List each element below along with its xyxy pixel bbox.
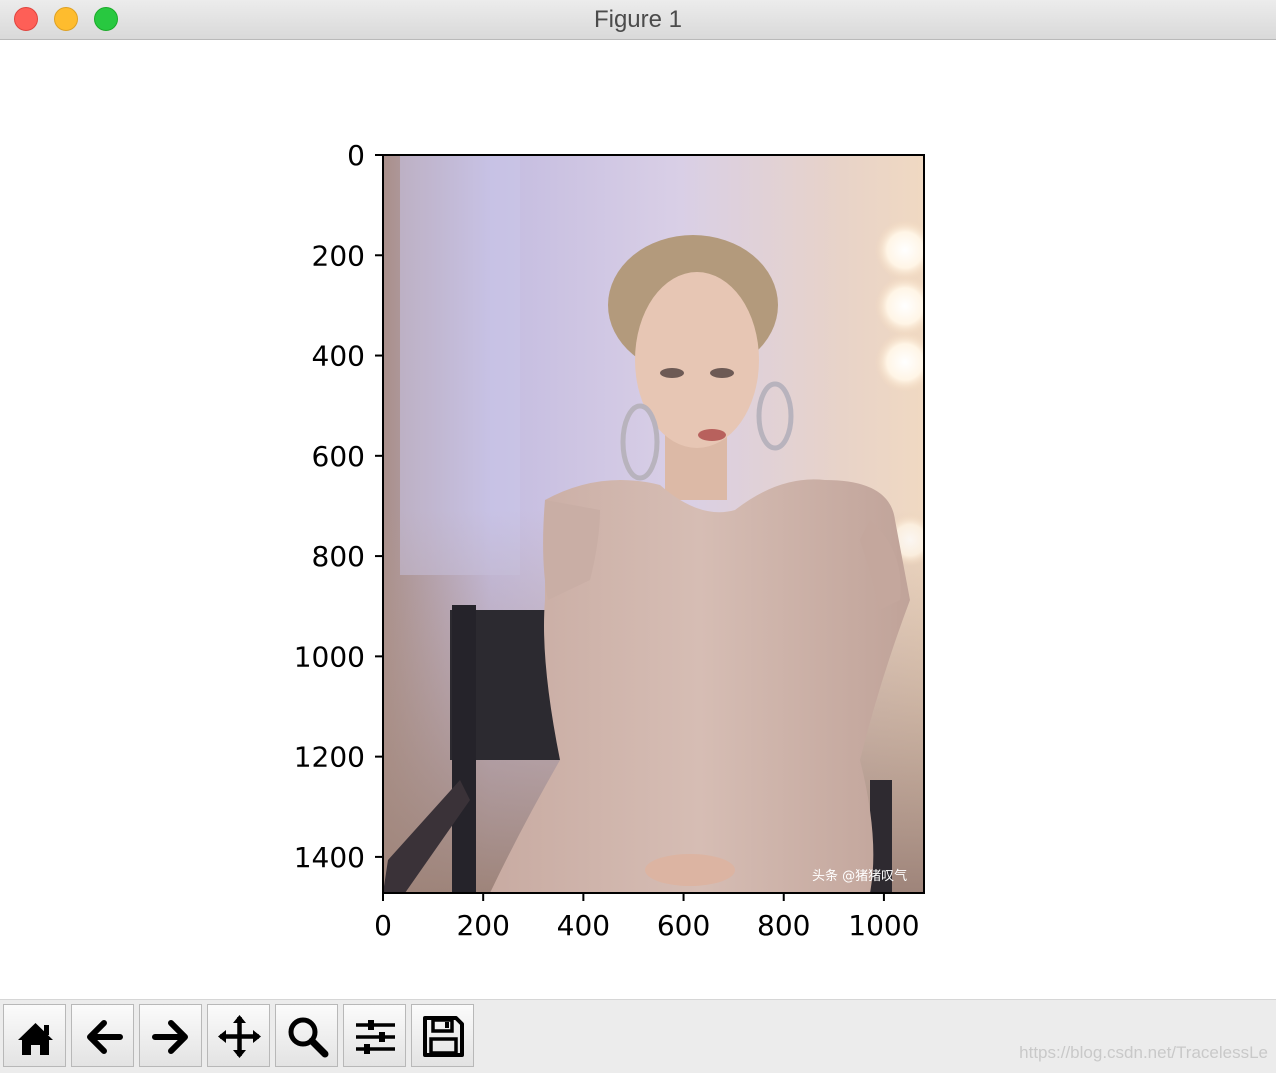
y-tick-label: 1200 [294, 741, 365, 774]
configure-subplots-button[interactable] [343, 1004, 406, 1067]
y-tick-label: 0 [347, 139, 365, 172]
back-button[interactable] [71, 1004, 134, 1067]
forward-arrow-icon [152, 1020, 188, 1054]
y-axis: 0 200 400 600 800 1000 1200 1400 [294, 139, 383, 874]
configure-subplots-icon [356, 1020, 395, 1054]
y-tick-label: 1400 [294, 841, 365, 874]
y-tick-label: 400 [312, 340, 365, 373]
window-titlebar: Figure 1 [0, 0, 1276, 40]
pan-button[interactable] [207, 1004, 270, 1067]
figure-canvas: 头条 @猪猪叹气 0 200 400 600 800 1000 0 200 400 600 800… [294, 139, 925, 942]
y-tick-label: 800 [312, 540, 365, 573]
watermark-text: https://blog.csdn.net/TracelessLe [1019, 1043, 1268, 1062]
y-tick-label: 200 [312, 239, 365, 272]
navigation-toolbar: https://blog.csdn.net/TracelessLe [0, 999, 1276, 1073]
x-tick-label: 0 [374, 909, 392, 942]
back-arrow-icon [87, 1020, 123, 1054]
photo-image: 头条 @猪猪叹气 [383, 155, 924, 893]
y-tick-label: 1000 [294, 640, 365, 673]
x-tick-label: 800 [757, 909, 810, 942]
image-caption: 头条 @猪猪叹气 [812, 868, 907, 884]
zoom-icon [288, 1017, 329, 1058]
y-tick-label: 600 [312, 440, 365, 473]
forward-button[interactable] [139, 1004, 202, 1067]
zoom-button[interactable] [275, 1004, 338, 1067]
pan-icon [218, 1015, 261, 1058]
x-tick-label: 600 [657, 909, 710, 942]
x-tick-label: 400 [557, 909, 610, 942]
x-tick-label: 1000 [848, 909, 919, 942]
x-axis: 0 200 400 600 800 1000 [374, 893, 920, 942]
home-button[interactable] [3, 1004, 66, 1067]
save-icon [423, 1016, 464, 1057]
window-title: Figure 1 [593, 6, 683, 33]
x-tick-label: 200 [456, 909, 509, 942]
save-button[interactable] [411, 1004, 474, 1067]
home-icon [18, 1023, 53, 1055]
